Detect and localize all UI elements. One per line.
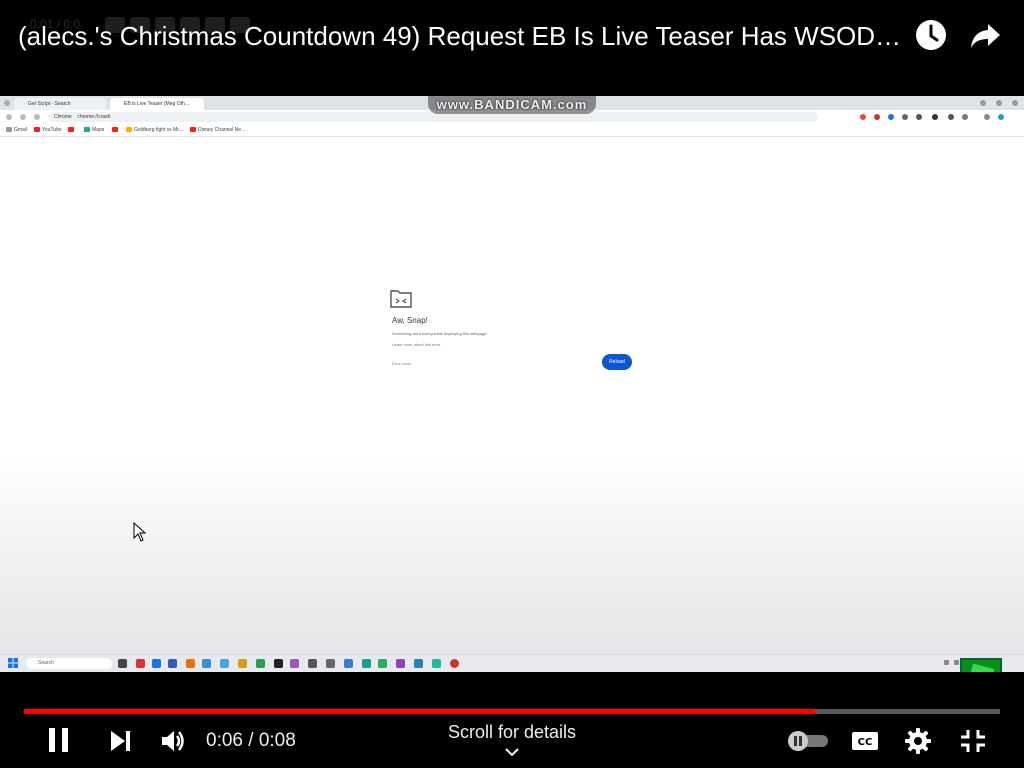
bookmarks-bar: Gmail YouTube Maps Goldberg fight vs Mr…… [0,124,1024,137]
bookmark-item [68,126,76,134]
next-icon[interactable] [108,729,132,753]
share-arrow-icon[interactable] [968,18,1002,52]
taskbar-app-icon [308,659,317,668]
tray-icon [944,660,949,665]
taskbar-app-icon [414,659,423,668]
address-bar: Chrome chrome://crash [48,112,818,122]
svg-text:CC: CC [858,737,873,748]
taskbar-app-icon [220,659,229,668]
progress-played [24,709,815,714]
taskbar-app-icon [326,659,335,668]
time-display: 0:06 / 0:08 [206,730,296,751]
taskbar-search: Search [26,658,112,669]
error-description: Something went wrong while displaying th… [392,331,488,336]
pause-icon[interactable] [46,726,72,754]
taskbar-app-icon [136,659,145,668]
bandicam-watermark: www.BANDICAM.com [428,96,596,114]
close-icon [1012,100,1018,106]
taskbar-app-icon [344,659,353,668]
extension-icon [860,114,866,120]
clock-icon[interactable] [914,18,948,52]
tab-menu-icon [4,100,10,106]
taskbar-app-icon [378,659,387,668]
extension-icon [888,114,894,120]
extension-icon [902,114,908,120]
taskbar-app-icon [118,659,127,668]
bookmark-item [112,126,120,134]
mouse-cursor-icon [133,522,147,542]
extension-icon [948,114,954,120]
volume-icon[interactable] [159,727,187,755]
windows-start-icon [8,658,18,668]
channel-watermark[interactable] [960,658,1002,672]
taskbar-app-icon [168,659,177,668]
video-frame[interactable]: Get Script - Search EB is Live Teaser (M… [0,96,1024,672]
tray-icon [954,660,959,665]
progress-bar[interactable] [24,709,1000,714]
profile-avatar [998,114,1004,120]
refresh-icon [34,114,40,120]
extension-icon [916,114,922,120]
learn-more-link: Learn more about this error [392,342,441,347]
captions-icon[interactable]: CC [850,729,880,753]
taskbar-app-icon [202,659,211,668]
browser-tab: Get Script - Search [14,98,106,110]
taskbar-app-icon [256,659,265,668]
taskbar-app-icon [238,659,247,668]
profile-icon [984,114,990,120]
error-heading: Aw, Snap! [392,316,428,325]
extension-icon [932,114,938,120]
maximize-icon [996,100,1002,106]
site-chip: Chrome [54,114,72,120]
taskbar-app-icon [396,659,405,668]
video-title[interactable]: (alecs.'s Christmas Countdown 49) Reques… [18,20,908,52]
extension-icon [962,114,968,120]
taskbar-app-icon [274,659,283,668]
taskbar-app-icon [152,659,161,668]
taskbar-app-icon [290,659,299,668]
reload-button: Reload [602,354,632,370]
bookmark-item: Gmail [6,126,27,134]
chevron-down-icon[interactable] [502,745,522,759]
taskbar-app-icon [450,659,459,668]
top-bar: 0:01 / 0:0 (alecs.'s Christmas Countdown… [0,0,1024,96]
back-icon [6,114,12,120]
bookmark-item: Goldberg fight vs Mr… [126,126,184,134]
bookmark-item: Disney Channel Ne… [190,126,246,134]
green-cube-logo [967,663,995,672]
forward-icon [20,114,26,120]
browser-tab-active: EB is Live Teaser (Meg Oth… [110,98,204,110]
settings-gear-icon[interactable] [904,727,932,755]
taskbar-app-icon [362,659,371,668]
bookmark-item: YouTube [34,126,62,134]
taskbar-app-icon [186,659,195,668]
extension-icon [874,114,880,120]
minimize-icon [980,100,986,106]
os-taskbar: Search [0,654,1024,672]
taskbar-app-icon [432,659,441,668]
crash-page: Aw, Snap! Something went wrong while dis… [390,288,640,378]
bookmark-item: Maps [84,126,104,134]
sad-folder-icon [390,290,412,308]
error-code: Error code: [392,361,412,366]
address-text: chrome://crash [77,114,111,120]
autoplay-toggle[interactable] [786,730,830,752]
exit-fullscreen-icon[interactable] [959,728,987,754]
scroll-for-details[interactable]: Scroll for details [412,722,612,743]
